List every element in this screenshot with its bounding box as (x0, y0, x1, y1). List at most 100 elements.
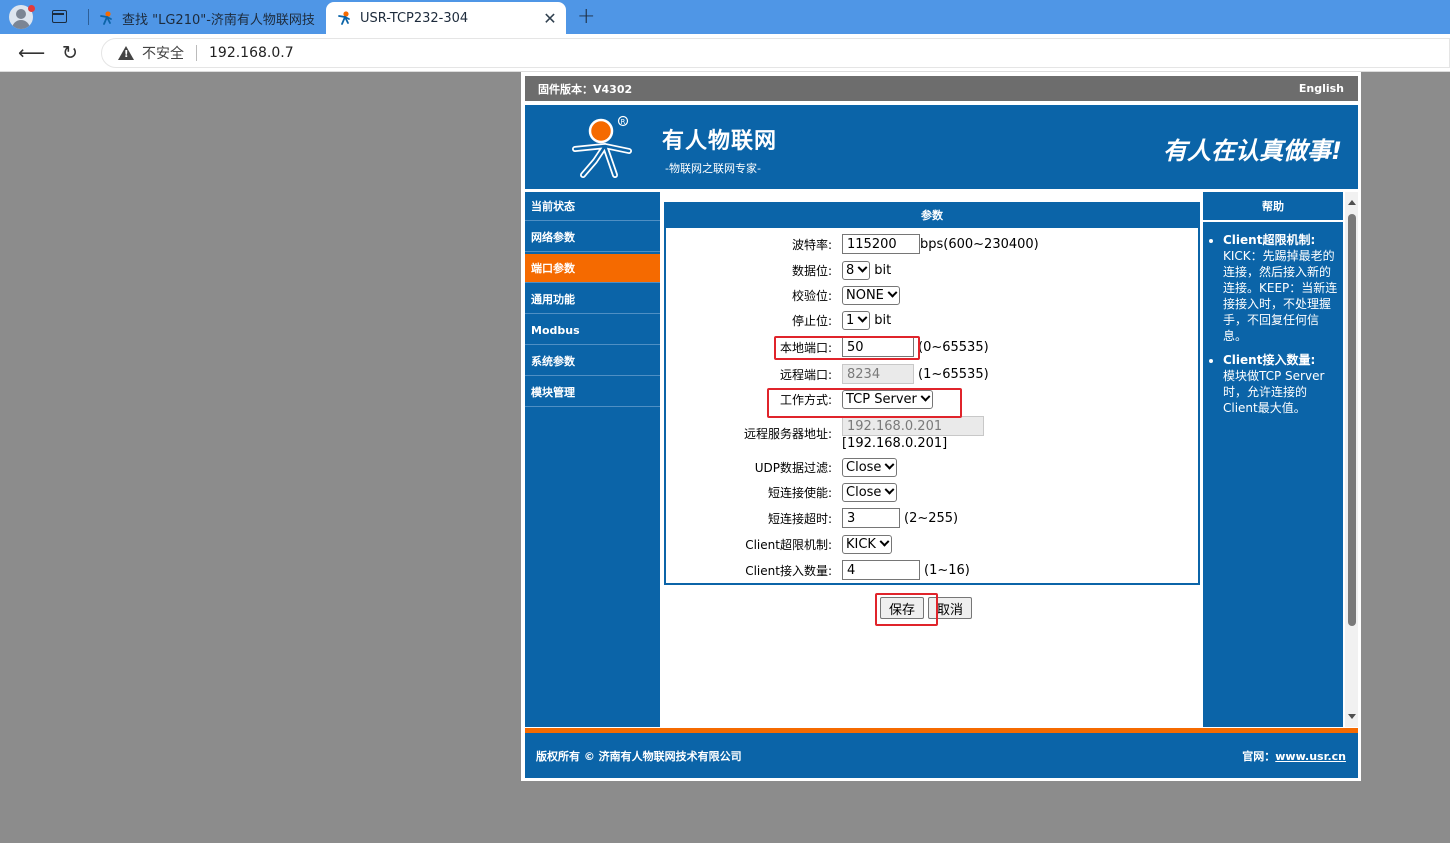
scroll-up-icon[interactable] (1348, 200, 1356, 205)
databits-label: 数据位: (791, 264, 832, 278)
help-item: Client接入数量: 模块做TCP Server时，允许连接的Client最大值… (1223, 352, 1341, 416)
footer: 版权所有 © 济南有人物联网技术有限公司 官网：www.usr.cn (525, 733, 1358, 778)
short-timeout-hint: (2~255) (904, 510, 959, 526)
udp-filter-select[interactable]: Close (842, 458, 898, 477)
highlight-local-port (774, 336, 920, 360)
address-toolbar: ⟵ ↻ ! 不安全 192.168.0.7 (0, 34, 1450, 72)
browser-tab-search[interactable]: 查找 "LG210"-济南有人物联网技 (88, 2, 326, 34)
tab-label: USR-TCP232-304 (360, 10, 469, 26)
remote-port-hint: (1~65535) (918, 366, 989, 382)
language-link[interactable]: English (1299, 82, 1344, 95)
scroll-thumb[interactable] (1348, 214, 1356, 626)
client-count-input[interactable]: 4 (842, 560, 920, 580)
baud-input[interactable]: 115200 (842, 234, 920, 254)
short-conn-value: Close (846, 485, 882, 500)
chevron-down-icon (879, 536, 890, 547)
tab-label: 查找 "LG210"-济南有人物联网技 (122, 12, 315, 28)
params-panel: 参数 波特率: 115200 bps(600~230400) 数据位: 8 bi… (664, 202, 1200, 585)
browser-tab-device[interactable]: USR-TCP232-304 ✕ (326, 2, 566, 34)
page-viewport: 固件版本：V4302 English R 有人物联网 -物联网之联网专家- 有人… (4, 72, 1450, 843)
row-client-count: Client接入数量: 4 (1~16) (666, 560, 1198, 580)
brand-logo-icon: R (565, 113, 635, 183)
chevron-down-icon (887, 287, 898, 298)
udp-filter-label: UDP数据过滤: (754, 461, 832, 475)
address-bar[interactable]: ! 不安全 192.168.0.7 (101, 38, 1450, 68)
panel-title: 参数 (666, 204, 1198, 228)
brand-slogan: 有人在认真做事! (1163, 137, 1342, 165)
baud-hint: bps(600~230400) (920, 236, 1039, 252)
scroll-down-icon[interactable] (1348, 714, 1356, 719)
sidebar-item-status[interactable]: 当前状态 (525, 192, 660, 221)
site-link[interactable]: www.usr.cn (1275, 750, 1346, 763)
site-label: 官网： (1242, 749, 1276, 763)
stopbits-value: 1 (846, 313, 855, 328)
port-params-content: 参数 波特率: 115200 bps(600~230400) 数据位: 8 bi… (664, 202, 1200, 727)
sidebar-item-general[interactable]: 通用功能 (525, 285, 660, 314)
sidebar-menu: 当前状态 网络参数 端口参数 通用功能 Modbus 系统参数 模块管理 (525, 192, 660, 727)
sidebar-item-system[interactable]: 系统参数 (525, 347, 660, 376)
help-item-text: 模块做TCP Server时，允许连接的Client最大值。 (1223, 369, 1325, 415)
short-conn-label: 短连接使能: (767, 486, 832, 500)
scrollbar[interactable] (1345, 192, 1358, 727)
row-parity: 校验位: NONE (666, 286, 1198, 305)
usr-favicon-icon (98, 10, 114, 26)
remote-server-input: 192.168.0.201 (842, 416, 984, 436)
row-short-timeout: 短连接超时: 3 (2~255) (666, 508, 1198, 528)
sidebar-item-network[interactable]: 网络参数 (525, 223, 660, 252)
brand-name: 有人物联网 (662, 129, 778, 154)
help-item-title: Client超限机制: (1223, 233, 1316, 247)
client-limit-label: Client超限机制: (745, 538, 832, 552)
help-item-text: KICK：先踢掉最老的连接，然后接入新的连接。KEEP：当新连接接入时，不处理握… (1223, 249, 1338, 343)
short-conn-select[interactable]: Close (842, 483, 898, 502)
row-udp-filter: UDP数据过滤: Close (666, 458, 1198, 477)
row-remote-port: 远程端口: 8234 (1~65535) (666, 364, 1198, 384)
copyright: 版权所有 © 济南有人物联网技术有限公司 (536, 749, 742, 763)
chevron-down-icon (884, 459, 895, 470)
svg-text:R: R (621, 118, 626, 126)
official-site: 官网：www.usr.cn (1242, 748, 1346, 764)
help-list: Client超限机制: KICK：先踢掉最老的连接，然后接入新的连接。KEEP：当… (1203, 232, 1341, 416)
client-count-label: Client接入数量: (745, 563, 832, 578)
close-tab-icon[interactable]: ✕ (540, 9, 560, 28)
remote-port-input: 8234 (842, 364, 914, 384)
sidebar-item-port[interactable]: 端口参数 (525, 254, 660, 283)
reload-icon[interactable]: ↻ (62, 42, 78, 64)
sidebar-item-module[interactable]: 模块管理 (525, 378, 660, 407)
back-arrow-icon[interactable]: ⟵ (18, 42, 45, 64)
stopbits-unit: bit (874, 313, 892, 328)
parity-label: 校验位: (791, 289, 832, 303)
remote-server-note: [192.168.0.201] (842, 436, 948, 451)
chevron-down-icon (884, 484, 895, 495)
client-count-hint: (1~16) (924, 562, 970, 578)
databits-value: 8 (846, 263, 855, 278)
client-limit-select[interactable]: KICK (842, 535, 892, 554)
help-item: Client超限机制: KICK：先踢掉最老的连接，然后接入新的连接。KEEP：当… (1223, 232, 1341, 344)
url-text[interactable]: 192.168.0.7 (209, 45, 294, 61)
new-tab-icon[interactable]: + (577, 4, 595, 29)
tab-actions-icon[interactable] (52, 10, 67, 23)
parity-select[interactable]: NONE (842, 286, 900, 305)
short-timeout-input[interactable]: 3 (842, 508, 900, 528)
browser-tab-bar: 查找 "LG210"-济南有人物联网技 USR-TCP232-304 ✕ + (0, 0, 1450, 34)
chevron-down-icon (857, 262, 868, 273)
remote-port-label: 远程端口: (779, 367, 832, 382)
stopbits-select[interactable]: 1 (842, 311, 871, 330)
brand-banner: R 有人物联网 -物联网之联网专家- 有人在认真做事! (525, 105, 1358, 189)
divider (196, 45, 197, 61)
row-client-limit: Client超限机制: KICK (666, 535, 1198, 554)
security-label[interactable]: 不安全 (142, 43, 184, 63)
client-limit-value: KICK (846, 537, 876, 552)
help-item-title: Client接入数量: (1223, 353, 1316, 367)
warning-icon: ! (118, 46, 134, 60)
brand-subtitle: -物联网之联网专家- (665, 162, 761, 175)
sidebar-item-modbus[interactable]: Modbus (525, 316, 660, 345)
short-timeout-label: 短连接超时: (767, 511, 832, 526)
row-short-conn: 短连接使能: Close (666, 483, 1198, 502)
udp-filter-value: Close (846, 460, 882, 475)
databits-select[interactable]: 8 (842, 261, 871, 280)
remote-server-label: 远程服务器地址: (743, 427, 832, 441)
help-title: 帮助 (1203, 192, 1343, 222)
row-local-port: 本地端口: 50 (0~65535) (666, 337, 1198, 357)
help-panel: 帮助 Client超限机制: KICK：先踢掉最老的连接，然后接入新的连接。KEE… (1203, 192, 1343, 727)
firmware-bar: 固件版本：V4302 English (525, 76, 1358, 101)
